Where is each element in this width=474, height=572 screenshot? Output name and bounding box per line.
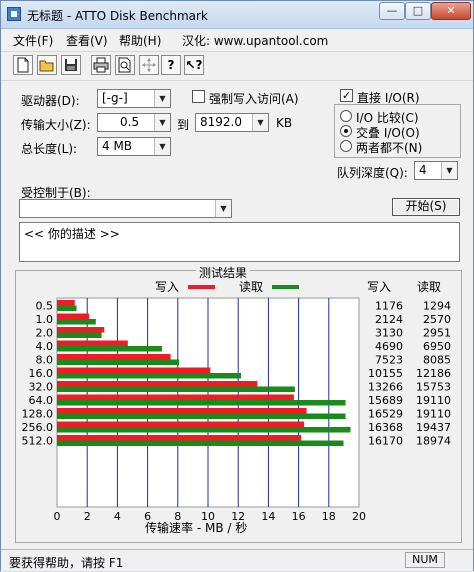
y-category-label: 256.0 <box>22 421 54 434</box>
read-bar <box>57 332 102 338</box>
write-value: 4690 <box>375 340 403 353</box>
read-bar <box>57 427 351 433</box>
read-value: 19110 <box>416 394 451 407</box>
read-bar <box>57 400 346 406</box>
read-value: 2951 <box>423 327 451 340</box>
y-category-label: 4.0 <box>36 340 54 353</box>
legend-read-label: 读取 <box>239 280 263 294</box>
y-category-label: 2.0 <box>36 327 54 340</box>
y-category-label: 128.0 <box>22 408 54 421</box>
x-tick-label: 14 <box>261 510 275 523</box>
read-value: 19437 <box>416 421 451 434</box>
y-category-label: 1.0 <box>36 313 54 326</box>
write-bar <box>57 408 307 414</box>
write-bar <box>57 354 171 360</box>
write-value: 1176 <box>375 300 403 313</box>
col-read-header: 读取 <box>417 280 441 294</box>
write-value: 16529 <box>368 408 403 421</box>
read-bar <box>57 373 242 379</box>
x-tick-label: 0 <box>54 510 61 523</box>
write-bar <box>57 381 258 387</box>
write-bar <box>57 340 128 346</box>
benchmark-chart: 写入 读取 写入 读取 0.51.02.04.08.016.032.064.01… <box>22 280 452 535</box>
status-bar: 要获得帮助，请按 F1 NUM <box>1 549 473 571</box>
write-bar <box>57 394 294 400</box>
write-bar <box>57 313 90 319</box>
x-tick-label: 16 <box>292 510 306 523</box>
read-bar <box>57 346 162 352</box>
read-value: 18974 <box>416 435 451 448</box>
read-bar <box>57 386 295 392</box>
legend-write-label: 写入 <box>155 280 179 294</box>
x-tick-label: 2 <box>84 510 91 523</box>
read-bar <box>57 440 344 446</box>
y-category-label: 32.0 <box>29 381 54 394</box>
write-value: 3130 <box>375 327 403 340</box>
y-category-label: 16.0 <box>29 367 54 380</box>
write-bar <box>57 421 305 427</box>
write-value: 10155 <box>368 367 403 380</box>
legend-read-swatch <box>272 285 299 289</box>
y-category-label: 0.5 <box>36 300 54 313</box>
write-value: 2124 <box>375 313 403 326</box>
write-value: 7523 <box>375 354 403 367</box>
status-help-text: 要获得帮助，请按 F1 <box>9 556 124 570</box>
app-window: 无标题 - ATTO Disk Benchmark — □ ✕ 文件(F) 查看… <box>0 0 474 571</box>
write-bar <box>57 327 105 333</box>
read-value: 12186 <box>416 367 451 380</box>
legend-write-swatch <box>188 285 215 289</box>
x-tick-label: 18 <box>322 510 336 523</box>
x-tick-label: 4 <box>114 510 121 523</box>
write-value: 13266 <box>368 381 403 394</box>
y-category-label: 64.0 <box>29 394 54 407</box>
x-axis-label: 传输速率 - MB / 秒 <box>145 520 247 535</box>
read-value: 19110 <box>416 408 451 421</box>
write-value: 16170 <box>368 435 403 448</box>
read-bar <box>57 319 96 325</box>
read-value: 2570 <box>423 313 451 326</box>
read-bar <box>57 413 346 419</box>
x-tick-label: 20 <box>352 510 366 523</box>
num-lock-indicator: NUM <box>405 552 445 568</box>
read-value: 1294 <box>423 300 451 313</box>
write-bar <box>57 300 75 306</box>
write-bar <box>57 435 302 441</box>
read-value: 15753 <box>416 381 451 394</box>
col-write-header: 写入 <box>367 280 391 294</box>
write-value: 16368 <box>368 421 403 434</box>
write-value: 15689 <box>368 394 403 407</box>
read-bar <box>57 305 77 311</box>
read-bar <box>57 359 180 365</box>
write-bar <box>57 367 211 373</box>
y-category-label: 512.0 <box>22 435 54 448</box>
read-value: 6950 <box>423 340 451 353</box>
read-value: 8085 <box>423 354 451 367</box>
y-category-label: 8.0 <box>36 354 54 367</box>
